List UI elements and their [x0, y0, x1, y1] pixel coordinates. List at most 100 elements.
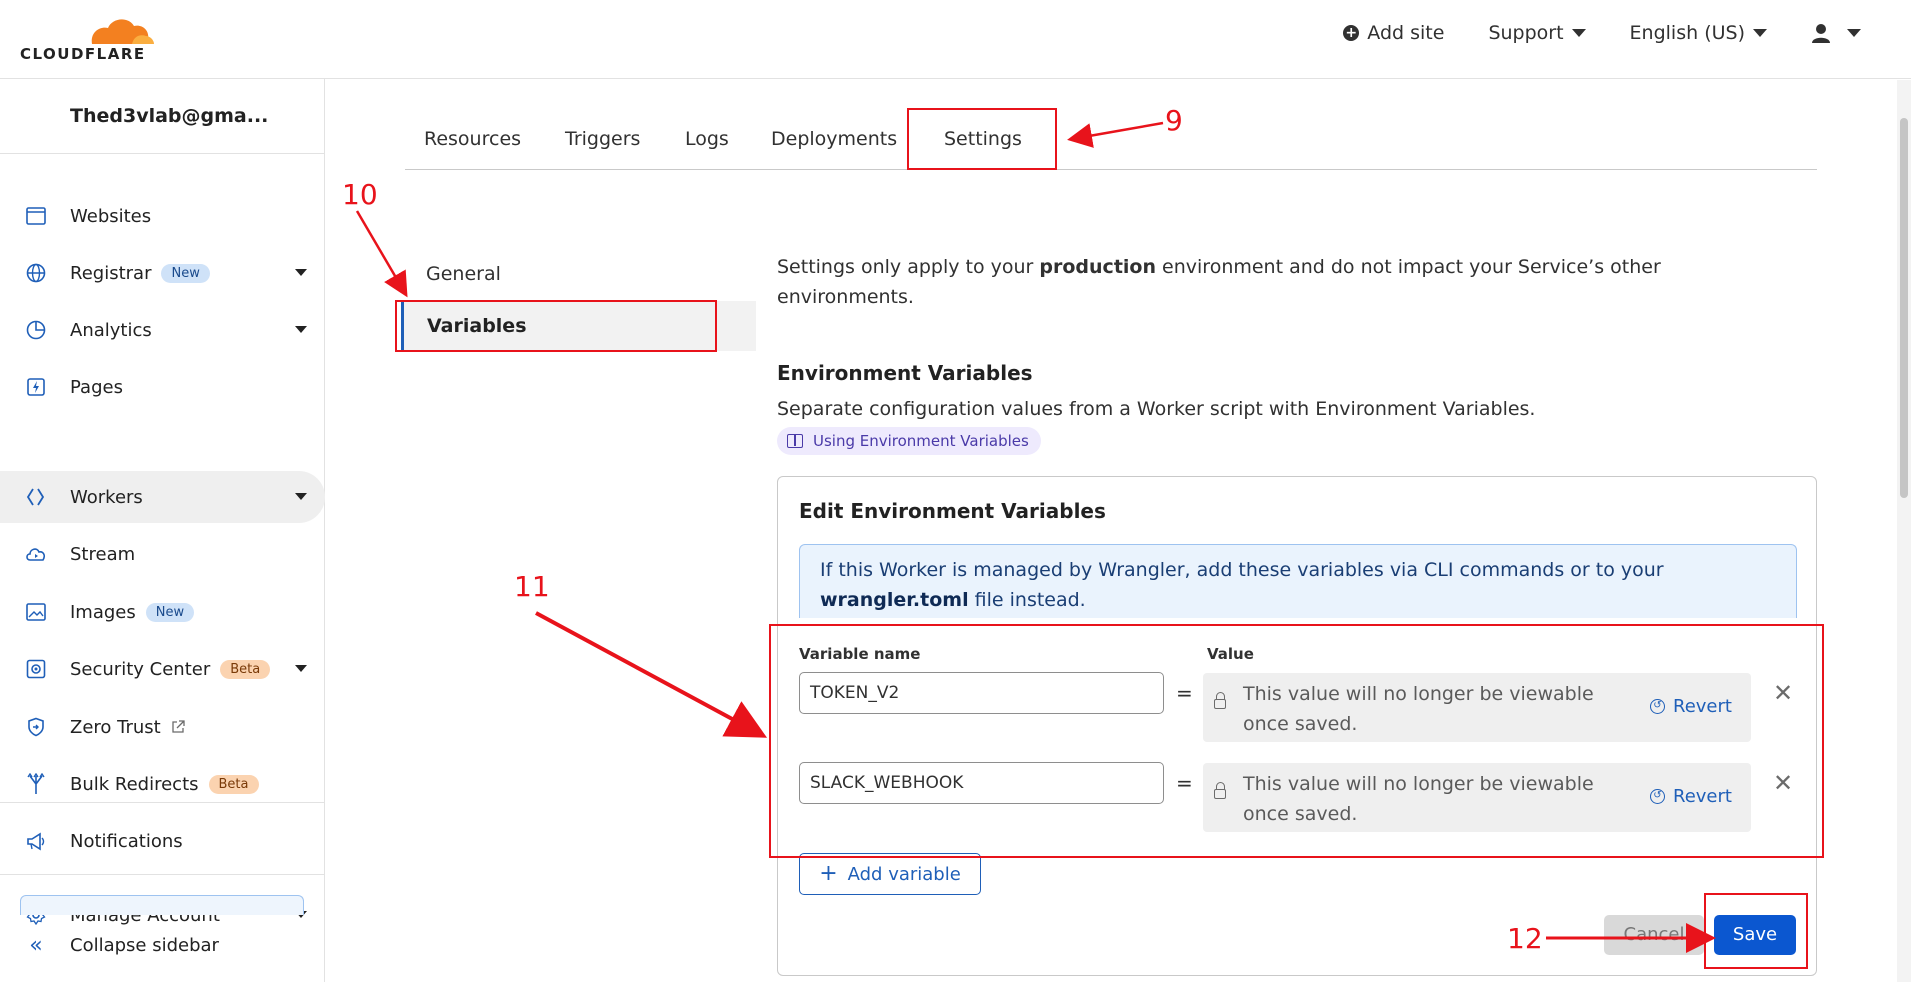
sidebar-item-analytics[interactable]: Analytics [0, 304, 325, 356]
info-text: If this Worker is managed by Wrangler, a… [820, 559, 1664, 581]
pie-chart-icon [24, 318, 48, 342]
chevron-down-icon [1753, 29, 1767, 37]
collapse-sidebar-button[interactable]: « Collapse sidebar [0, 921, 325, 969]
sidebar-item-workers[interactable]: Workers [0, 471, 325, 523]
subnav-general[interactable]: General [426, 263, 501, 285]
chevron-down-icon [1847, 29, 1861, 37]
support-dropdown[interactable]: Support [1488, 22, 1586, 44]
info-text-suffix: file instead. [968, 589, 1086, 611]
wrangler-info-banner: If this Worker is managed by Wrangler, a… [799, 544, 1797, 618]
plus-icon: + [819, 861, 838, 886]
worker-tabs: Resources Triggers Logs Deployments Sett… [405, 112, 1817, 170]
cloud-logo-icon [91, 19, 154, 44]
account-name[interactable]: Thed3vlab@gma... [70, 105, 268, 127]
env-vars-description: Separate configuration values from a Wor… [777, 398, 1536, 420]
new-badge: New [161, 263, 210, 283]
chevron-down-icon [295, 326, 307, 333]
annotation-box-variables [395, 300, 717, 352]
double-chevron-left-icon: « [29, 932, 43, 958]
arrow-to-variables-list [535, 611, 768, 738]
annotation-number-12: 12 [1507, 922, 1543, 955]
divider [0, 874, 325, 875]
intro-text: Settings only apply to your [777, 256, 1040, 278]
sidebar-item-zero-trust[interactable]: Zero Trust [0, 701, 325, 753]
chevron-down-icon [295, 269, 307, 276]
divider [0, 802, 325, 803]
tab-logs[interactable]: Logs [685, 128, 729, 150]
pages-lightning-icon [24, 375, 48, 399]
sidebar-item-label: Stream [70, 543, 136, 565]
add-variable-label: Add variable [847, 863, 961, 885]
sidebar-item-security-center[interactable]: Security Center Beta [0, 643, 325, 695]
bulk-redirects-icon [24, 772, 48, 796]
image-icon [24, 600, 48, 624]
megaphone-icon [24, 829, 48, 853]
tab-triggers[interactable]: Triggers [565, 128, 640, 150]
arrow-to-variables [355, 210, 408, 298]
doc-link-label: Using Environment Variables [813, 432, 1029, 450]
annotation-number-9: 9 [1165, 104, 1183, 137]
sidebar-item-notifications[interactable]: Notifications [0, 815, 325, 867]
page-scrollbar[interactable] [1897, 80, 1911, 982]
tab-resources[interactable]: Resources [424, 128, 521, 150]
logo-text: CLOUDFLARE [20, 45, 146, 63]
sidebar-item-stream[interactable]: Stream [0, 528, 325, 580]
sidebar-item-label: Pages [70, 376, 123, 398]
annotation-box-variables-list [769, 624, 1824, 858]
sidebar-item-label: Registrar [70, 262, 152, 284]
book-icon [787, 434, 803, 448]
add-site-button[interactable]: + Add site [1343, 22, 1444, 44]
sidebar-promo-box [20, 895, 304, 915]
user-icon [1812, 24, 1830, 43]
language-dropdown[interactable]: English (US) [1630, 22, 1767, 44]
sidebar-item-label: Security Center [70, 658, 211, 680]
sidebar-item-label: Images [70, 601, 136, 623]
sidebar-item-label: Analytics [70, 319, 152, 341]
annotation-number-11: 11 [514, 570, 550, 603]
card-title: Edit Environment Variables [799, 499, 1106, 523]
sidebar-item-registrar[interactable]: Registrar New [0, 247, 325, 299]
globe-icon [24, 261, 48, 285]
sidebar-item-label: Websites [70, 205, 152, 227]
top-nav: + Add site Support English (US) [1343, 22, 1861, 44]
scrollbar-thumb[interactable] [1900, 118, 1908, 498]
env-vars-heading: Environment Variables [777, 361, 1033, 385]
add-site-label: Add site [1367, 22, 1445, 44]
annotation-box-settings [907, 108, 1057, 170]
info-bold: wrangler.toml [820, 589, 969, 611]
annotation-number-10: 10 [342, 178, 378, 211]
sidebar-item-label: Notifications [70, 830, 183, 852]
sidebar-item-websites[interactable]: Websites [0, 190, 325, 242]
chevron-down-icon [295, 493, 307, 500]
cancel-button[interactable]: Cancel [1604, 915, 1704, 955]
sidebar: Thed3vlab@gma... Websites Registrar New … [0, 79, 325, 982]
user-menu[interactable] [1811, 23, 1861, 43]
divider [0, 153, 325, 154]
browser-window-icon [24, 204, 48, 228]
cloudflare-logo[interactable]: CLOUDFLARE [20, 14, 156, 63]
add-variable-button[interactable]: + Add variable [799, 853, 981, 895]
collapse-sidebar-label: Collapse sidebar [70, 934, 219, 956]
beta-badge: Beta [220, 659, 271, 679]
language-label: English (US) [1629, 22, 1745, 44]
plus-circle-icon: + [1343, 25, 1360, 41]
using-env-vars-link[interactable]: Using Environment Variables [777, 427, 1041, 455]
new-badge: New [145, 602, 195, 622]
security-center-icon [24, 657, 48, 681]
chevron-down-icon [295, 665, 307, 672]
sidebar-item-label: Workers [70, 486, 143, 508]
annotation-box-save [1704, 893, 1808, 969]
chevron-down-icon [1571, 29, 1586, 37]
sidebar-item-pages[interactable]: Pages [0, 361, 325, 413]
external-link-icon [172, 720, 185, 733]
workers-icon [24, 485, 48, 509]
settings-intro: Settings only apply to your production e… [777, 252, 1737, 312]
tab-deployments[interactable]: Deployments [771, 128, 897, 150]
intro-bold: production [1039, 256, 1156, 278]
sidebar-item-label: Zero Trust [70, 716, 161, 738]
beta-badge: Beta [208, 774, 259, 794]
sidebar-item-label: Bulk Redirects [70, 773, 199, 795]
sidebar-item-images[interactable]: Images New [0, 586, 325, 638]
zero-trust-shield-icon [24, 715, 48, 739]
top-header: CLOUDFLARE + Add site Support English (U… [0, 0, 1911, 79]
